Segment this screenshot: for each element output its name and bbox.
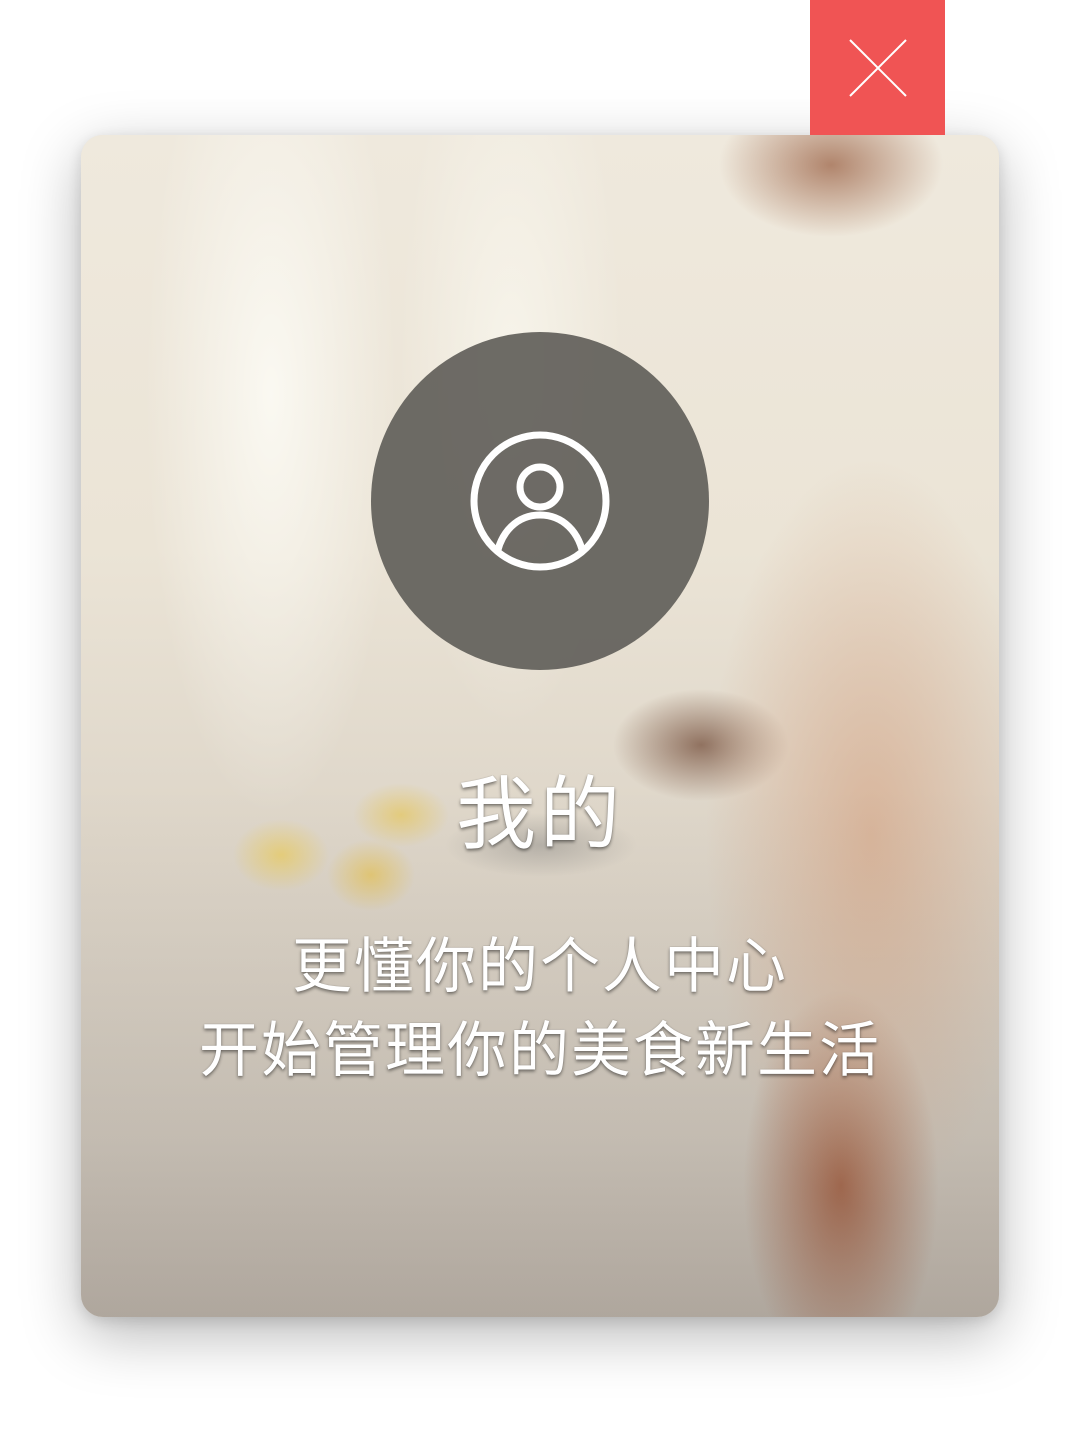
page-title: 我的	[456, 768, 624, 861]
subtitle: 更懂你的个人中心 开始管理你的美食新生活	[81, 925, 999, 1093]
blurred-background-image	[81, 135, 999, 1317]
profile-promo-card: 我的 更懂你的个人中心 开始管理你的美食新生活	[81, 135, 999, 1317]
user-circle-icon	[470, 431, 610, 571]
close-icon	[848, 38, 907, 97]
subtitle-line-2: 开始管理你的美食新生活	[199, 1016, 881, 1086]
subtitle-line-1: 更懂你的个人中心	[292, 932, 788, 1002]
close-button[interactable]	[810, 0, 945, 135]
avatar[interactable]	[371, 332, 709, 670]
